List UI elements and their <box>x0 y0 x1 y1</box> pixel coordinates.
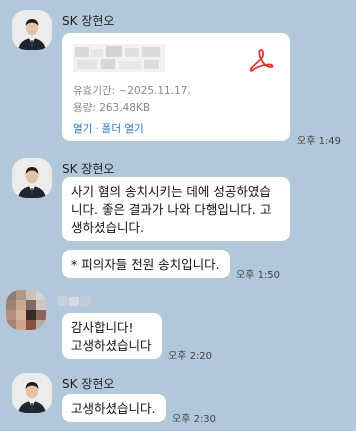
blurred-avatar-icon <box>6 290 46 330</box>
blurred-sender-name <box>58 292 92 306</box>
message-line: 니다. 좋은 결과가 나와 다행입니다. 고 <box>71 202 272 217</box>
file-size: 용량: 263.48KB <box>73 102 151 114</box>
message-text: 고생하셨습니다. <box>71 401 156 416</box>
person-avatar-icon <box>12 10 52 50</box>
sender-avatar[interactable] <box>12 158 52 198</box>
message-time: 오후 2:30 <box>172 414 217 425</box>
pdf-icon <box>248 47 274 73</box>
open-file-link[interactable]: 열기 <box>73 123 92 135</box>
sender-name: SK 장현오 <box>62 14 115 28</box>
message-line: 사기 혐의 송치시키는 데에 성공하였습 <box>71 184 271 199</box>
message-text: * 피의자들 전원 송치입니다. <box>71 257 220 272</box>
sender-avatar[interactable] <box>12 373 52 413</box>
message-bubble[interactable]: 고생하셨습니다. <box>62 394 166 422</box>
file-name-blurred <box>73 44 165 72</box>
message-line: 감사합니다! <box>71 320 134 335</box>
message-line: 생하셨습니다. <box>71 220 144 235</box>
blurred-avatar[interactable] <box>6 290 46 330</box>
message-line: 고생하셨습니다 <box>71 338 152 353</box>
message-bubble[interactable]: * 피의자들 전원 송치입니다. <box>62 250 230 278</box>
sender-name: SK 장현오 <box>62 377 115 391</box>
message-time: 오후 1:49 <box>297 136 342 147</box>
file-actions: 열기 · 폴더 열기 <box>73 121 144 136</box>
person-avatar-icon <box>12 373 52 413</box>
person-avatar-icon <box>12 158 52 198</box>
file-validity: 유효기간: ~2025.11.17. <box>73 85 191 97</box>
message-bubble[interactable]: 사기 혐의 송치시키는 데에 성공하였습 니다. 좋은 결과가 나와 다행입니다… <box>62 177 290 241</box>
sender-name: SK 장현오 <box>62 162 115 176</box>
file-attachment-card[interactable]: 유효기간: ~2025.11.17. 용량: 263.48KB 열기 · 폴더 열기 <box>62 33 290 141</box>
message-time: 오후 1:50 <box>236 270 281 281</box>
message-bubble[interactable]: 감사합니다! 고생하셨습니다 <box>62 313 162 359</box>
message-time: 오후 2:20 <box>168 351 213 362</box>
sender-avatar[interactable] <box>12 10 52 50</box>
open-folder-link[interactable]: 폴더 열기 <box>102 123 144 135</box>
link-separator: · <box>95 123 99 135</box>
